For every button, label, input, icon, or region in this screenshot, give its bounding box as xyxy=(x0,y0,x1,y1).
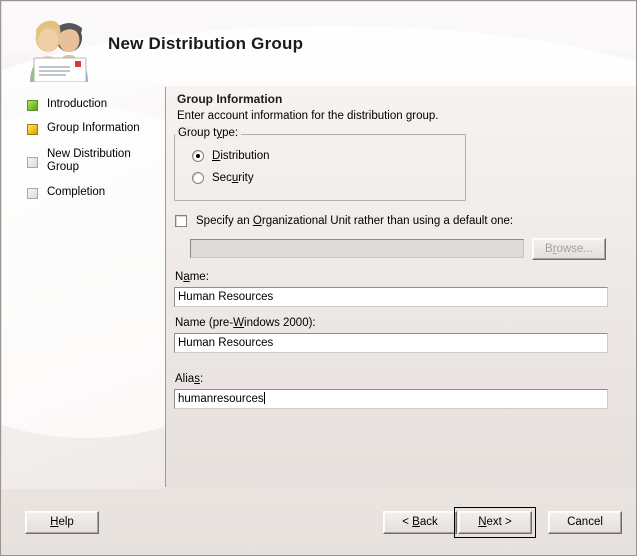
browse-button[interactable]: Browse... xyxy=(532,238,606,260)
radio-distribution-label: Distribution xyxy=(212,150,270,162)
radio-distribution[interactable]: Distribution xyxy=(192,150,270,162)
radio-security-label: Security xyxy=(212,172,254,184)
organizational-unit-label: Specify an Organizational Unit rather th… xyxy=(196,215,514,227)
content-pane: Group Information Enter account informat… xyxy=(166,86,636,489)
text-caret xyxy=(263,392,265,404)
wizard-steps-sidebar: Introduction Group Information New Distr… xyxy=(2,86,165,489)
users-with-envelope-icon xyxy=(30,20,88,82)
radio-button-indicator xyxy=(192,150,204,162)
sidebar-item-label: New Distribution Group xyxy=(47,148,131,173)
step-status-indicator-pending xyxy=(27,157,38,168)
name-input[interactable]: Human Resources xyxy=(174,287,608,307)
step-status-indicator-current xyxy=(27,124,38,135)
page-title: New Distribution Group xyxy=(108,34,304,53)
group-type-fieldset xyxy=(174,134,466,201)
sidebar-item-label: Completion xyxy=(47,186,106,198)
alias-input[interactable]: humanresources xyxy=(174,389,608,409)
wizard-window: New Distribution Group Introduction Grou… xyxy=(0,0,637,556)
radio-button-indicator xyxy=(192,172,204,184)
name-pre-windows-2000-input[interactable]: Human Resources xyxy=(174,333,608,353)
organizational-unit-checkbox[interactable]: Specify an Organizational Unit rather th… xyxy=(175,215,513,227)
alias-input-value: humanresources xyxy=(178,393,264,405)
step-status-indicator-pending xyxy=(27,188,38,199)
sidebar-item-completion[interactable]: Completion xyxy=(27,186,159,199)
sidebar-item-group-information[interactable]: Group Information xyxy=(27,122,159,135)
next-button[interactable]: Next > xyxy=(458,511,532,534)
back-button[interactable]: < Back xyxy=(383,511,457,534)
checkbox-indicator xyxy=(175,215,187,227)
content-heading: Group Information xyxy=(177,92,283,106)
name-pre-windows-2000-label: Name (pre-Windows 2000): xyxy=(175,317,316,329)
cancel-button[interactable]: Cancel xyxy=(548,511,622,534)
sidebar-item-new-distribution-group[interactable]: New Distribution Group xyxy=(27,148,159,174)
organizational-unit-input[interactable] xyxy=(190,239,524,258)
sidebar-item-label: Introduction xyxy=(47,98,108,110)
name-label: Name: xyxy=(175,271,209,283)
dialog-button-bar: Help < Back Next > Cancel xyxy=(2,489,636,555)
next-button-default-frame: Next > xyxy=(454,507,536,538)
alias-label: Alias: xyxy=(175,373,204,385)
help-button[interactable]: Help xyxy=(25,511,99,534)
sidebar-item-label: Group Information xyxy=(47,122,140,134)
group-type-legend: Group type: xyxy=(175,127,242,139)
wizard-header: New Distribution Group xyxy=(2,2,636,86)
step-status-indicator-done xyxy=(27,100,38,111)
sidebar-item-introduction[interactable]: Introduction xyxy=(27,98,159,111)
content-subheading: Enter account information for the distri… xyxy=(177,110,439,122)
radio-security[interactable]: Security xyxy=(192,172,254,184)
